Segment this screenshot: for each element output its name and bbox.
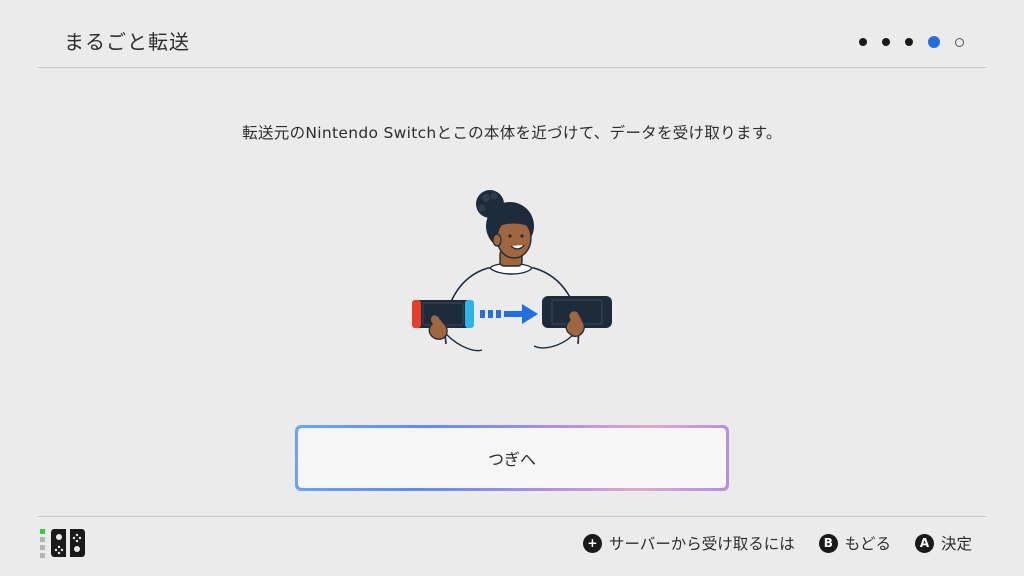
next-button[interactable]: つぎへ	[295, 425, 729, 491]
step-indicator	[859, 36, 964, 48]
person-holding-two-consoles-transfer-icon	[412, 190, 612, 352]
player-led-2	[40, 536, 45, 542]
controller-status	[40, 527, 85, 559]
footer-button-hints: + サーバーから受け取るには B もどる A 決定	[582, 532, 972, 554]
step-dot-2	[882, 38, 890, 46]
plus-button-icon: +	[582, 533, 602, 553]
player-led-4	[40, 552, 45, 558]
player-indicator-leds	[40, 528, 45, 558]
footer-divider	[38, 516, 986, 517]
instruction-text: 転送元のNintendo Switchとこの本体を近づけて、データを受け取ります…	[242, 124, 782, 142]
step-dot-3	[905, 38, 913, 46]
step-dot-1	[859, 38, 867, 46]
server-receive-label: サーバーから受け取るには	[608, 535, 795, 553]
player-led-3	[40, 544, 45, 550]
server-receive-action[interactable]: + サーバーから受け取るには	[582, 532, 795, 554]
b-button-icon: B	[818, 533, 838, 553]
header-divider	[38, 67, 986, 68]
player-led-1	[40, 528, 45, 534]
next-button-label: つぎへ	[298, 428, 726, 488]
confirm-label: 決定	[940, 535, 972, 553]
a-button-icon: A	[914, 533, 934, 553]
confirm-action[interactable]: A 決定	[914, 532, 972, 554]
back-label: もどる	[844, 535, 891, 553]
joy-con-icon	[51, 529, 85, 557]
step-dot-5	[955, 37, 964, 47]
step-dot-current	[928, 36, 940, 48]
back-action[interactable]: B もどる	[818, 532, 891, 554]
transfer-screen: まるごと転送 転送元のNintendo Switchとこの本体を近づけて、データ…	[0, 0, 1024, 576]
page-title: まるごと転送	[64, 30, 190, 54]
